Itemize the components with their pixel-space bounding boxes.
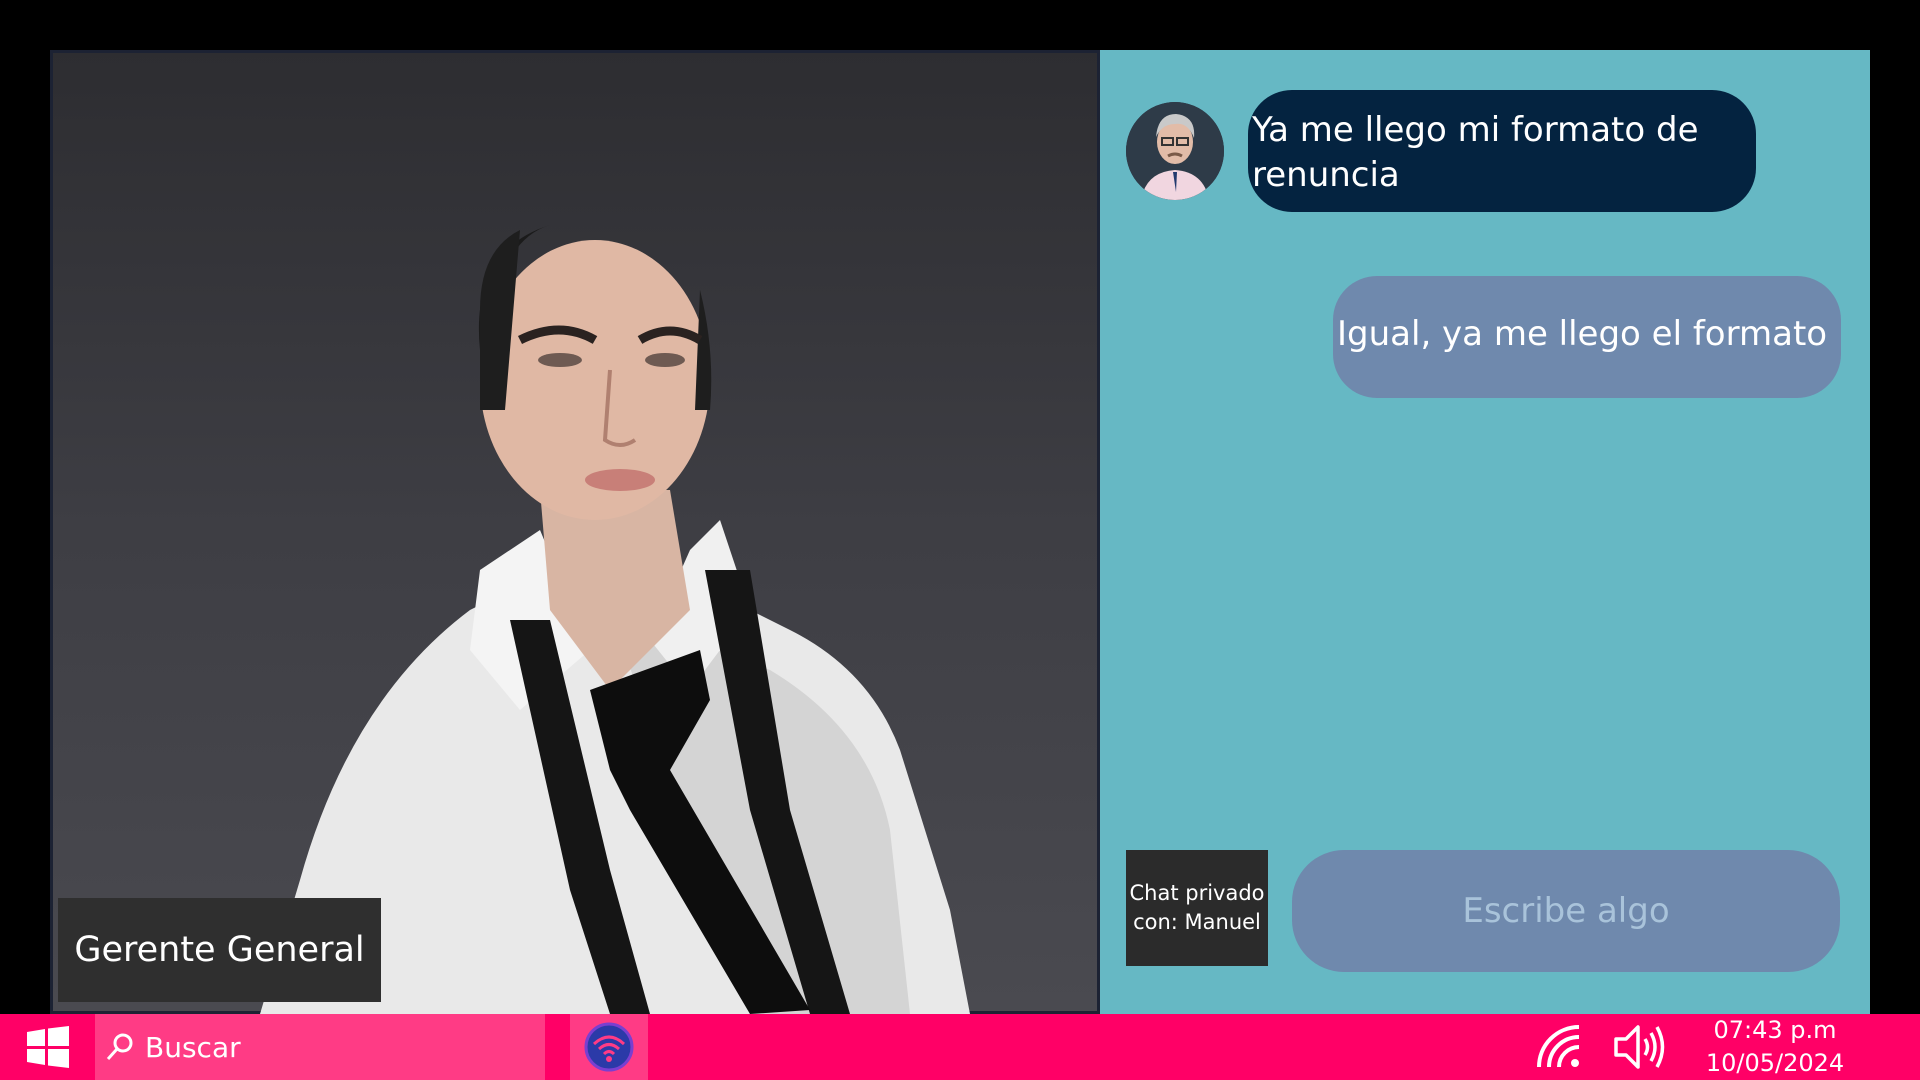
windows-logo-icon [26, 1026, 69, 1068]
private-chat-label-line1: Chat privado [1129, 881, 1265, 905]
participant-avatar-image [260, 225, 970, 1014]
participant-name-tag: Gerente General [58, 898, 381, 1002]
message-input[interactable] [1292, 850, 1840, 972]
wifi-app-icon [584, 1022, 634, 1072]
chat-panel: Ya me llego mi formato de renuncia Igual… [1100, 50, 1870, 1014]
taskbar: Buscar 07:43 p.m 10/05/2024 [0, 1014, 1920, 1080]
participant-role-label: Gerente General [74, 930, 365, 970]
network-status[interactable] [1535, 1014, 1583, 1080]
search-label: Buscar [145, 1030, 241, 1064]
taskbar-search[interactable]: Buscar [95, 1014, 545, 1080]
video-feed: Gerente General [50, 50, 1100, 1014]
outgoing-message: Igual, ya me llego el formato [1333, 276, 1841, 398]
message-text: Igual, ya me llego el formato [1337, 314, 1828, 354]
volume-icon [1614, 1025, 1665, 1069]
chat-peer-avatar [1126, 102, 1224, 200]
message-text: Ya me llego mi formato de renuncia [1252, 110, 1699, 195]
private-chat-label-line2: con: Manuel [1133, 910, 1261, 934]
clock-date: 10/05/2024 [1705, 1049, 1845, 1077]
search-icon [105, 1032, 135, 1062]
private-chat-label: Chat privado con: Manuel [1126, 850, 1268, 966]
clock-time: 07:43 p.m [1713, 1016, 1837, 1044]
avatar-portrait-icon [1126, 102, 1224, 200]
incoming-message: Ya me llego mi formato de renuncia [1248, 90, 1756, 212]
system-clock[interactable]: 07:43 p.m 10/05/2024 [1700, 1014, 1850, 1080]
wifi-signal-icon [1537, 1025, 1580, 1068]
taskbar-app-button[interactable] [570, 1014, 648, 1080]
start-button[interactable] [0, 1014, 95, 1080]
volume-control[interactable] [1612, 1014, 1668, 1080]
